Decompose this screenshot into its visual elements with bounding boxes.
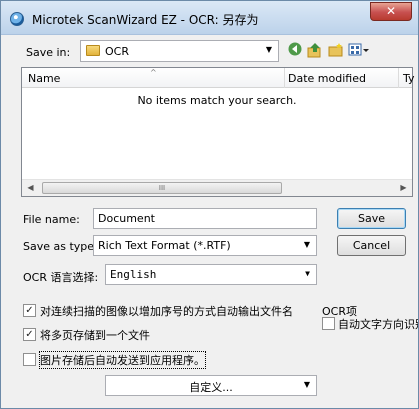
- save-in-label: Save in:: [26, 46, 71, 59]
- save-in-value: OCR: [105, 45, 129, 58]
- scroll-thumb[interactable]: III: [42, 182, 282, 194]
- column-date-modified[interactable]: Date modified: [288, 72, 366, 85]
- save-as-type-value: Rich Text Format (*.RTF): [98, 239, 231, 252]
- file-list[interactable]: Name ^ Date modified Ty No items match y…: [21, 67, 415, 197]
- save-as-type-dropdown[interactable]: Rich Text Format (*.RTF) ▼: [93, 235, 317, 256]
- save-button[interactable]: Save: [337, 208, 406, 229]
- back-icon[interactable]: [287, 42, 303, 58]
- ocr-language-value: English: [110, 268, 157, 281]
- save-as-type-label: Save as type:: [23, 240, 98, 253]
- multipage-label[interactable]: 将多页存储到一个文件: [40, 327, 150, 343]
- ocr-language-dropdown[interactable]: English ▼: [105, 264, 317, 285]
- auto-orientation-label[interactable]: 自动文字方向识别: [338, 316, 418, 332]
- folder-icon: [86, 45, 100, 56]
- scroll-left-icon[interactable]: ◀: [22, 180, 39, 196]
- auto-filename-label[interactable]: 对连续扫描的图像以增加序号的方式自动输出文件名: [40, 303, 293, 319]
- column-divider[interactable]: [284, 68, 285, 88]
- new-folder-icon[interactable]: [328, 42, 344, 58]
- close-button[interactable]: ✕: [370, 2, 412, 21]
- send-to-app-label[interactable]: 图片存储后自动发送到应用程序。: [39, 351, 206, 369]
- chevron-down-icon: ▼: [265, 45, 273, 54]
- column-name[interactable]: Name: [28, 72, 60, 85]
- custom-value: 自定义...: [189, 381, 233, 394]
- cancel-button[interactable]: Cancel: [337, 235, 406, 256]
- send-to-app-checkbox[interactable]: [23, 353, 36, 366]
- scroll-right-icon[interactable]: ▶: [395, 180, 412, 196]
- file-name-input[interactable]: Document: [93, 208, 317, 229]
- empty-message: No items match your search.: [137, 94, 297, 107]
- column-divider[interactable]: [398, 68, 399, 88]
- auto-orientation-checkbox[interactable]: [322, 317, 335, 330]
- multipage-checkbox[interactable]: ✓: [23, 328, 36, 341]
- horizontal-scrollbar[interactable]: ◀ III ▶: [22, 179, 412, 196]
- chevron-down-icon: ▼: [303, 380, 310, 389]
- app-icon: [10, 12, 24, 26]
- up-folder-icon[interactable]: [307, 42, 323, 58]
- file-name-label: File name:: [23, 213, 80, 226]
- custom-dropdown[interactable]: 自定义... ▼: [105, 375, 317, 396]
- save-in-dropdown[interactable]: OCR ▼: [80, 40, 279, 62]
- title-bar[interactable]: Microtek ScanWizard EZ - OCR: 另存为 ✕: [1, 1, 418, 35]
- chevron-down-icon: ▼: [305, 269, 310, 278]
- chevron-down-icon: ▼: [303, 240, 310, 249]
- list-header: Name ^ Date modified Ty: [22, 68, 415, 88]
- window-title: Microtek ScanWizard EZ - OCR: 另存为: [32, 13, 259, 27]
- save-as-dialog: Microtek ScanWizard EZ - OCR: 另存为 ✕ Save…: [0, 0, 419, 409]
- column-type[interactable]: Ty: [403, 72, 415, 85]
- sort-arrow-icon: ^: [150, 68, 157, 77]
- ocr-language-label: OCR 语言选择:: [23, 271, 99, 284]
- auto-filename-checkbox[interactable]: ✓: [23, 304, 36, 317]
- views-menu-icon[interactable]: [348, 42, 370, 58]
